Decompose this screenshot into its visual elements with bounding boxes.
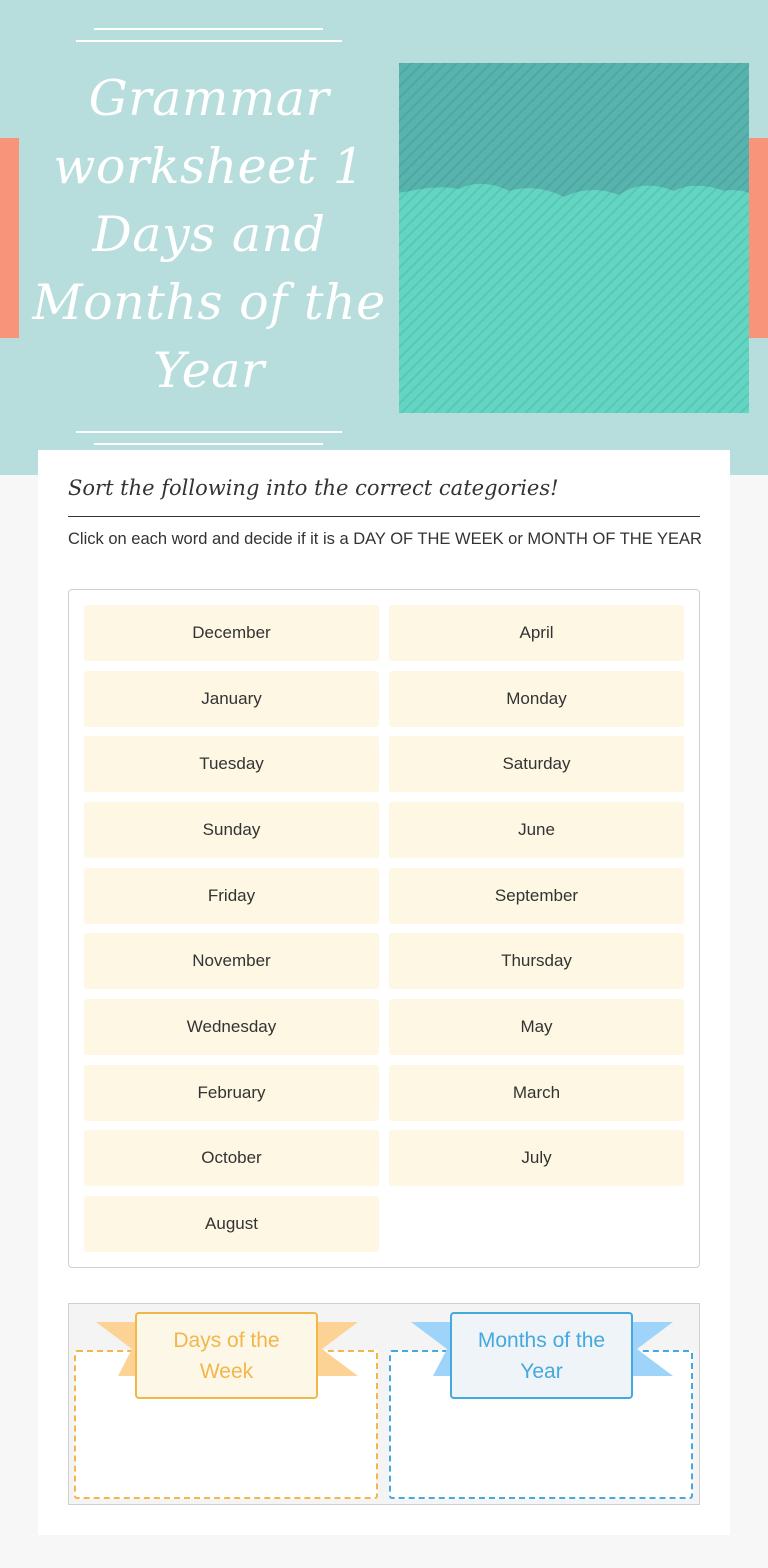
word-tile[interactable]: May — [389, 999, 684, 1055]
title-area: Grammar worksheet 1 Days and Months of t… — [18, 62, 400, 407]
word-tile[interactable]: Monday — [389, 671, 684, 727]
word-tile[interactable]: January — [84, 671, 379, 727]
word-tile[interactable]: February — [84, 1065, 379, 1121]
worksheet-title: Grammar worksheet 1 Days and Months of t… — [32, 69, 386, 399]
word-tile[interactable]: Friday — [84, 868, 379, 924]
word-tile[interactable]: December — [84, 605, 379, 661]
title-rule-top — [76, 40, 342, 42]
activity-instructions: Click on each word and decide if it is a… — [68, 530, 702, 548]
word-tile[interactable]: August — [84, 1196, 379, 1252]
right-accent-tab — [749, 138, 768, 338]
word-tile[interactable]: Wednesday — [84, 999, 379, 1055]
cover-image — [399, 63, 749, 413]
word-tile[interactable]: June — [389, 802, 684, 858]
word-tile[interactable]: April — [389, 605, 684, 661]
sorting-area: Days of the Week Months of the Year — [68, 1303, 700, 1505]
header-banner: Grammar worksheet 1 Days and Months of t… — [0, 0, 768, 475]
word-tile[interactable]: October — [84, 1130, 379, 1186]
activity-heading: Sort the following into the correct cate… — [68, 476, 559, 500]
word-tile[interactable]: September — [389, 868, 684, 924]
worksheet-card: Sort the following into the correct cate… — [38, 450, 730, 1535]
word-tile[interactable]: March — [389, 1065, 684, 1121]
title-rule-bottom-thin — [94, 443, 323, 445]
word-tile[interactable]: July — [389, 1130, 684, 1186]
word-tile[interactable]: November — [84, 933, 379, 989]
heading-divider — [68, 516, 700, 517]
word-tile[interactable]: Sunday — [84, 802, 379, 858]
word-tile[interactable]: Saturday — [389, 736, 684, 792]
left-accent-tab — [0, 138, 19, 338]
word-bank: December April January Monday Tuesday Sa… — [68, 589, 700, 1268]
word-tile[interactable]: Tuesday — [84, 736, 379, 792]
months-category-label: Months of the Year — [450, 1312, 633, 1399]
title-rule-top-thin — [94, 28, 323, 30]
days-category-label: Days of the Week — [135, 1312, 318, 1399]
word-tile[interactable]: Thursday — [389, 933, 684, 989]
title-rule-bottom — [76, 431, 342, 433]
